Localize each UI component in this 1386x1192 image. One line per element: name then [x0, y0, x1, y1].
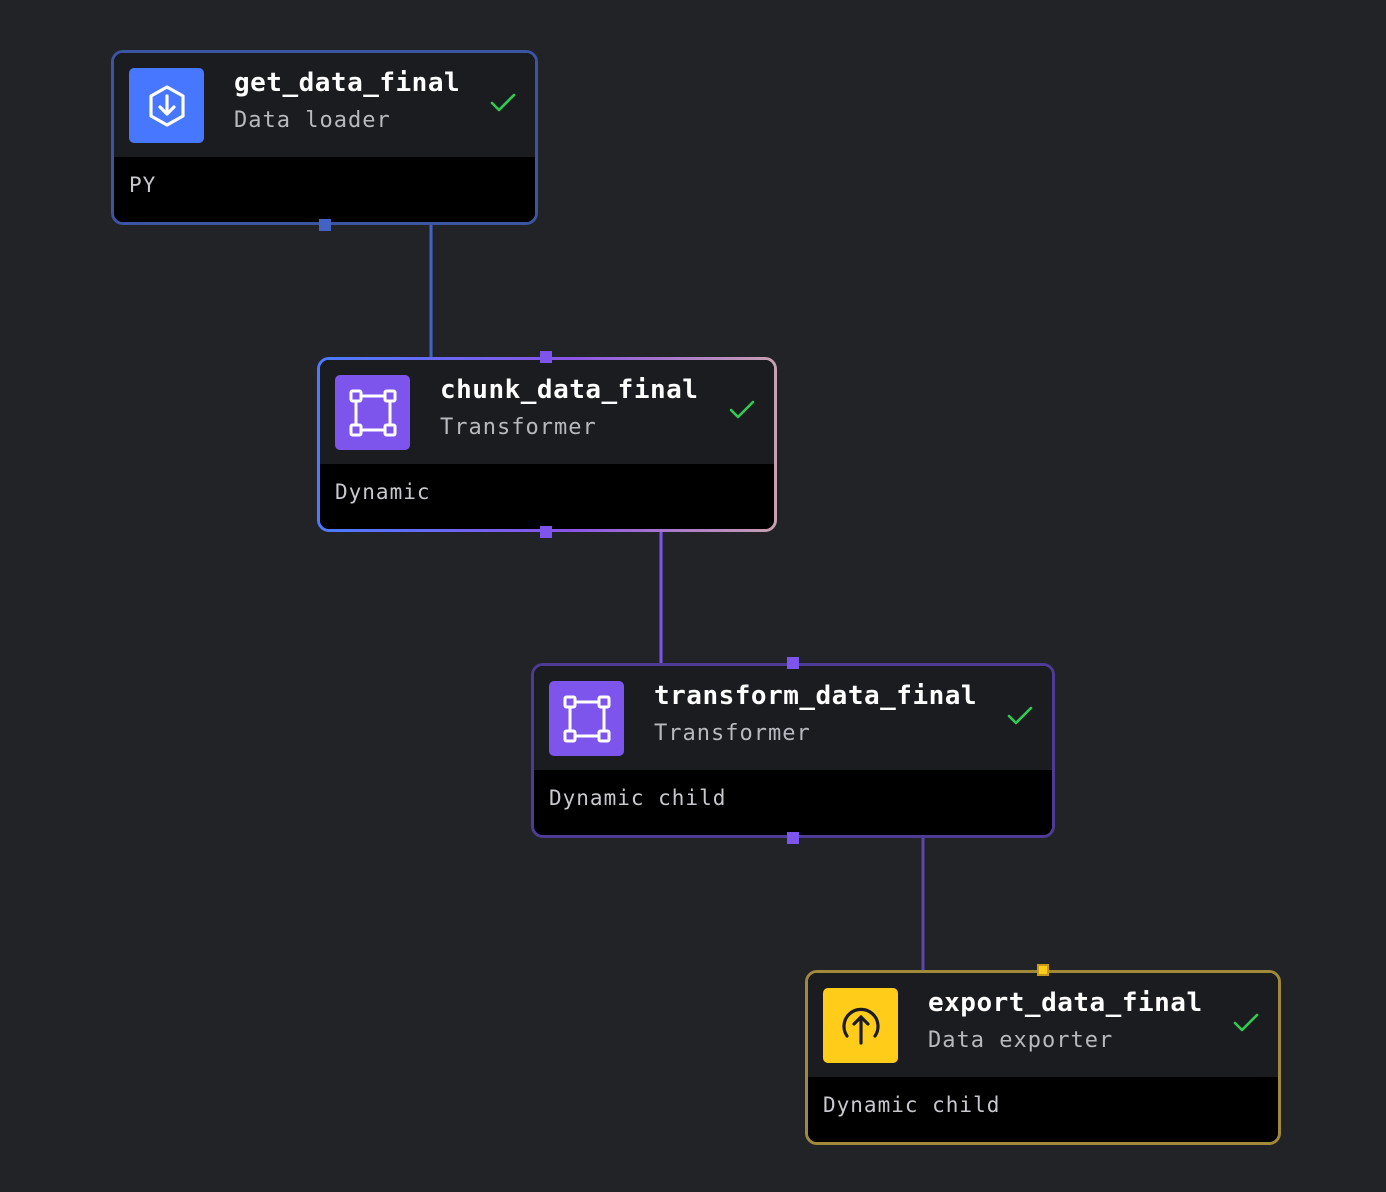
- upload-icon: [823, 988, 898, 1063]
- block-header: transform_data_final Transformer: [534, 666, 1052, 770]
- block-title: get_data_final: [234, 68, 461, 98]
- block-body: chunk_data_final Transformer Dynamic: [320, 360, 774, 529]
- transformer-icon: [335, 375, 410, 450]
- input-port[interactable]: [787, 657, 799, 669]
- output-port[interactable]: [319, 219, 331, 231]
- output-port[interactable]: [787, 832, 799, 844]
- block-chunk-data-final[interactable]: chunk_data_final Transformer Dynamic: [317, 351, 777, 538]
- block-title: export_data_final: [928, 988, 1203, 1018]
- block-title: chunk_data_final: [440, 375, 699, 405]
- block-type: Transformer: [440, 415, 597, 440]
- pipeline-canvas: get_data_final Data loader PY chunk_data…: [0, 0, 1386, 1192]
- input-port[interactable]: [540, 351, 552, 363]
- block-footer: PY: [129, 173, 157, 197]
- block-body: get_data_final Data loader PY: [114, 53, 535, 222]
- download-icon: [129, 68, 204, 143]
- block-body: export_data_final Data exporter Dynamic …: [808, 973, 1278, 1142]
- block-footer: Dynamic: [335, 480, 431, 504]
- block-body: transform_data_final Transformer Dynamic…: [534, 666, 1052, 835]
- block-type: Data loader: [234, 108, 391, 133]
- output-port[interactable]: [540, 526, 552, 538]
- block-header: get_data_final Data loader: [114, 53, 535, 157]
- block-header: chunk_data_final Transformer: [320, 360, 774, 464]
- success-check-icon: [729, 400, 755, 419]
- block-type: Transformer: [654, 721, 811, 746]
- block-export-data-final[interactable]: export_data_final Data exporter Dynamic …: [805, 964, 1281, 1145]
- success-check-icon: [490, 93, 516, 112]
- success-check-icon: [1007, 706, 1033, 725]
- block-type: Data exporter: [928, 1028, 1114, 1053]
- input-port[interactable]: [1037, 964, 1049, 976]
- success-check-icon: [1233, 1013, 1259, 1032]
- block-footer: Dynamic child: [823, 1093, 1001, 1117]
- block-transform-data-final[interactable]: transform_data_final Transformer Dynamic…: [531, 657, 1055, 844]
- block-header: export_data_final Data exporter: [808, 973, 1278, 1077]
- block-title: transform_data_final: [654, 681, 978, 711]
- transformer-icon: [549, 681, 624, 756]
- block-get-data-final[interactable]: get_data_final Data loader PY: [111, 50, 538, 231]
- block-footer: Dynamic child: [549, 786, 727, 810]
